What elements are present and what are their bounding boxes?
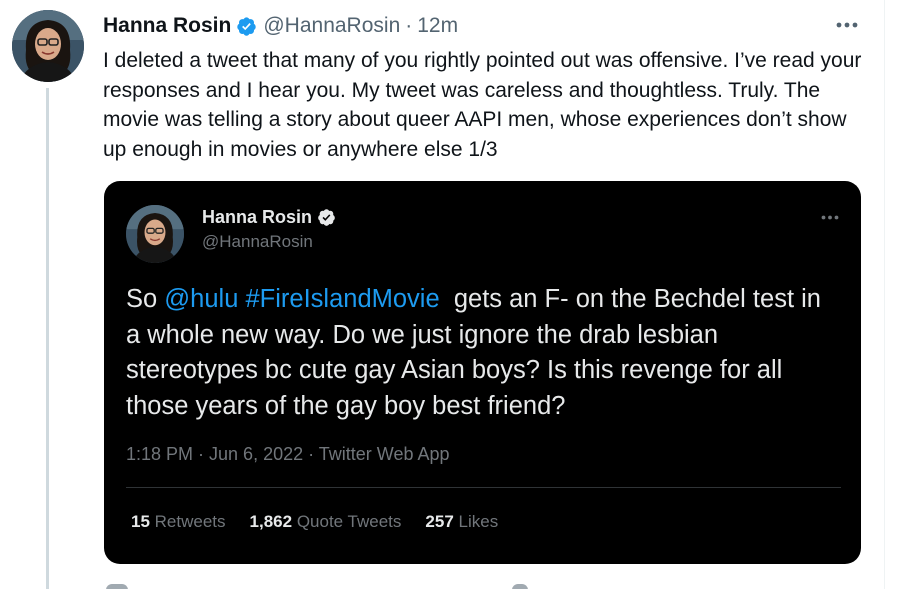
more-horizontal-icon	[836, 22, 858, 28]
header-separator: ·	[405, 14, 413, 37]
likes-stat[interactable]: 257 Likes	[425, 512, 498, 532]
avatar-photo-icon	[126, 205, 184, 263]
mention-link-hulu[interactable]: @hulu	[164, 285, 238, 313]
author-avatar[interactable]	[12, 10, 84, 82]
quoted-tweet-text: So @hulu #FireIslandMovie gets an F- on …	[126, 282, 838, 424]
retweets-count: 15	[131, 512, 150, 531]
likes-count: 257	[425, 512, 454, 531]
quoted-tweet-card[interactable]: Hanna Rosin @HannaRosin So @hulu #FireIs…	[104, 181, 861, 564]
retweets-stat[interactable]: 15 Retweets	[131, 512, 226, 532]
column-divider	[884, 0, 885, 589]
more-options-button[interactable]	[832, 12, 862, 38]
verified-badge-icon	[317, 208, 336, 227]
thread-connector-line	[46, 88, 49, 589]
hashtag-link-fireislandmovie[interactable]: #FireIslandMovie	[245, 285, 439, 313]
author-name[interactable]: Hanna Rosin	[103, 14, 231, 38]
quoted-more-options-button[interactable]	[815, 207, 845, 227]
quoted-stats-divider	[126, 487, 841, 488]
quoted-tweet-meta[interactable]: 1:18 PM · Jun 6, 2022 · Twitter Web App	[126, 444, 450, 465]
quote-tweets-stat[interactable]: 1,862 Quote Tweets	[250, 512, 402, 532]
reply-action-icon[interactable]	[106, 584, 128, 589]
quoted-text-prefix: So	[126, 285, 165, 313]
retweets-label: Retweets	[154, 512, 226, 531]
retweet-action-icon[interactable]	[512, 584, 528, 589]
quoted-author-name[interactable]: Hanna Rosin	[202, 207, 312, 228]
author-handle[interactable]: @HannaRosin	[263, 14, 400, 38]
avatar-photo-icon	[12, 10, 84, 82]
verified-badge-icon	[236, 16, 257, 37]
more-horizontal-icon	[821, 215, 839, 219]
tweet-header: Hanna Rosin @HannaRosin · 12m	[103, 13, 458, 39]
likes-label: Likes	[458, 512, 499, 531]
tweet-timestamp[interactable]: 12m	[417, 14, 458, 38]
quoted-header: Hanna Rosin	[202, 205, 336, 229]
tweet-page: Hanna Rosin @HannaRosin · 12m I deleted …	[0, 0, 897, 589]
quoted-author-avatar[interactable]	[126, 205, 184, 263]
quote-tweets-label: Quote Tweets	[296, 512, 402, 531]
quoted-author-handle[interactable]: @HannaRosin	[202, 232, 313, 252]
quoted-tweet-stats: 15 Retweets 1,862 Quote Tweets 257 Likes	[131, 512, 522, 532]
quote-tweets-count: 1,862	[249, 512, 293, 531]
tweet-text: I deleted a tweet that many of you right…	[103, 49, 862, 161]
